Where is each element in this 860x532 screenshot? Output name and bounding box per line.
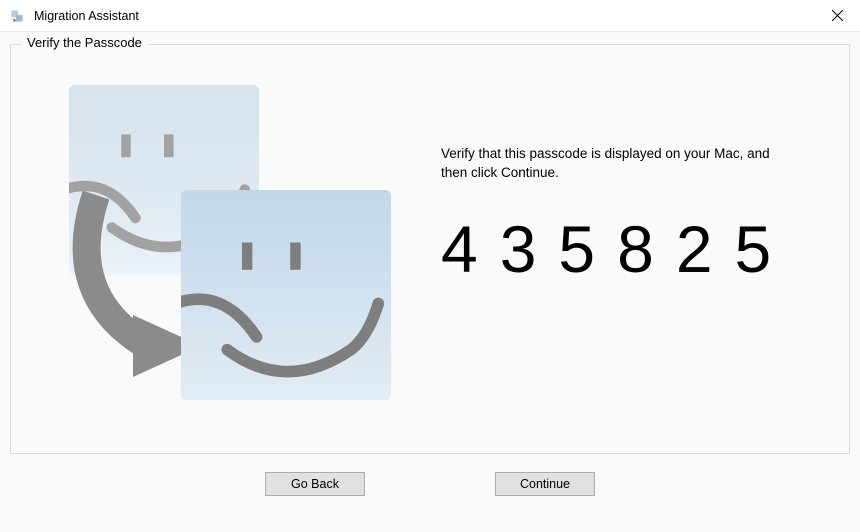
window-title: Migration Assistant [34, 9, 139, 23]
verify-passcode-panel: Verify the Passcode [10, 44, 850, 454]
info-area: Verify that this passcode is displayed o… [441, 75, 819, 287]
button-row: Go Back Continue [10, 454, 850, 496]
content-area: Verify the Passcode [0, 32, 860, 532]
continue-button[interactable]: Continue [495, 472, 595, 496]
app-icon [8, 7, 26, 25]
passcode-value: 435825 [441, 211, 799, 287]
panel-legend: Verify the Passcode [21, 35, 148, 50]
go-back-button[interactable]: Go Back [265, 472, 365, 496]
window-close-button[interactable] [814, 0, 860, 32]
migration-illustration [51, 85, 411, 405]
instruction-text: Verify that this passcode is displayed o… [441, 145, 799, 183]
title-bar: Migration Assistant [0, 0, 860, 32]
